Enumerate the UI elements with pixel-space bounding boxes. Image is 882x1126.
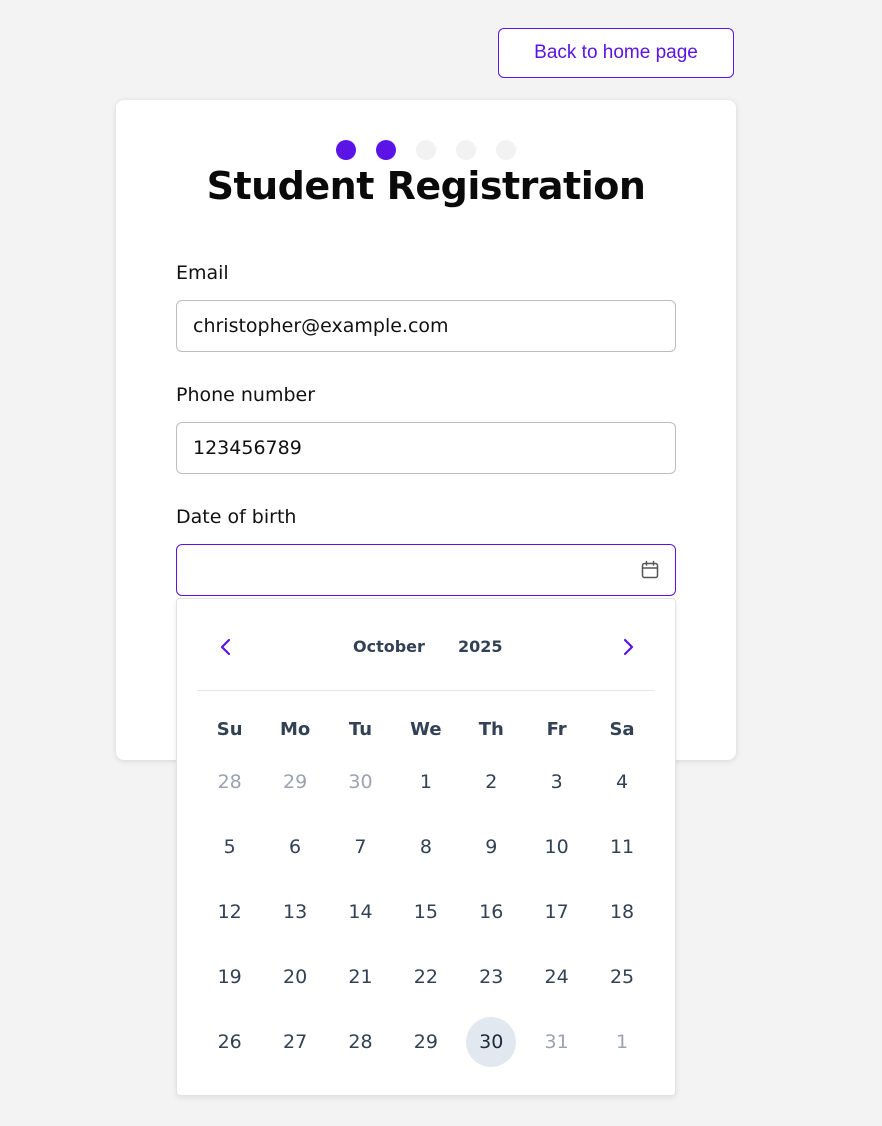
date-picker-popup: October 2025 Su Mo Tu We Th Fr Sa 28 29 30… bbox=[176, 598, 676, 1096]
calendar-day[interactable]: 23 bbox=[466, 952, 516, 1002]
calendar-day[interactable]: 26 bbox=[205, 1017, 255, 1067]
chevron-left-icon[interactable] bbox=[214, 635, 238, 659]
calendar-day[interactable]: 28 bbox=[205, 757, 255, 807]
weekday-header-row: Su Mo Tu We Th Fr Sa bbox=[197, 709, 655, 749]
calendar-day[interactable]: 6 bbox=[270, 822, 320, 872]
step-indicator bbox=[116, 140, 736, 160]
email-field[interactable] bbox=[176, 300, 676, 352]
calendar-week-row: 26 27 28 29 30 31 1 bbox=[197, 1009, 655, 1074]
weekday-label: Su bbox=[216, 718, 243, 740]
calendar-day[interactable]: 21 bbox=[335, 952, 385, 1002]
registration-page: Back to home page Student Registration E… bbox=[0, 0, 882, 1126]
calendar-week-row: 12 13 14 15 16 17 18 bbox=[197, 879, 655, 944]
calendar-day[interactable]: 7 bbox=[335, 822, 385, 872]
calendar-day[interactable]: 1 bbox=[597, 1017, 647, 1067]
calendar-day[interactable]: 28 bbox=[335, 1017, 385, 1067]
step-dot bbox=[416, 140, 436, 160]
calendar-day[interactable]: 16 bbox=[466, 887, 516, 937]
calendar-day[interactable]: 17 bbox=[532, 887, 582, 937]
weekday-label: Th bbox=[478, 718, 504, 740]
calendar-day[interactable]: 15 bbox=[401, 887, 451, 937]
calendar-day[interactable]: 5 bbox=[205, 822, 255, 872]
calendar-day[interactable]: 20 bbox=[270, 952, 320, 1002]
weekday-label: We bbox=[410, 718, 442, 740]
step-dot bbox=[336, 140, 356, 160]
calendar-day[interactable]: 14 bbox=[335, 887, 385, 937]
step-dot bbox=[456, 140, 476, 160]
calendar-day[interactable]: 13 bbox=[270, 887, 320, 937]
weekday-label: Mo bbox=[279, 718, 311, 740]
calendar-day[interactable]: 29 bbox=[270, 757, 320, 807]
calendar-day[interactable]: 19 bbox=[205, 952, 255, 1002]
weekday-label: Fr bbox=[546, 718, 567, 740]
chevron-right-icon[interactable] bbox=[616, 635, 640, 659]
phone-field[interactable] bbox=[176, 422, 676, 474]
calendar-day[interactable]: 27 bbox=[270, 1017, 320, 1067]
calendar-day[interactable]: 10 bbox=[532, 822, 582, 872]
calendar-day[interactable]: 11 bbox=[597, 822, 647, 872]
step-dot bbox=[376, 140, 396, 160]
calendar-week-row: 19 20 21 22 23 24 25 bbox=[197, 944, 655, 1009]
calendar-day[interactable]: 9 bbox=[466, 822, 516, 872]
calendar-day[interactable]: 4 bbox=[597, 757, 647, 807]
calendar-day[interactable]: 30 bbox=[335, 757, 385, 807]
calendar-week-row: 5 6 7 8 9 10 11 bbox=[197, 814, 655, 879]
calendar-day[interactable]: 12 bbox=[205, 887, 255, 937]
calendar-grid: Su Mo Tu We Th Fr Sa 28 29 30 1 2 3 4 5 6 7 8 9 10 11… bbox=[197, 709, 655, 1074]
calendar-day[interactable]: 8 bbox=[401, 822, 451, 872]
phone-label: Phone number bbox=[176, 384, 316, 406]
page-title: Student Registration bbox=[206, 164, 646, 208]
year-selector[interactable]: 2025 bbox=[458, 637, 503, 656]
calendar-day[interactable]: 1 bbox=[401, 757, 451, 807]
calendar-day[interactable]: 31 bbox=[532, 1017, 582, 1067]
calendar-day[interactable]: 25 bbox=[597, 952, 647, 1002]
calendar-day[interactable]: 24 bbox=[532, 952, 582, 1002]
calendar-day-today[interactable]: 30 bbox=[466, 1016, 517, 1067]
dob-label: Date of birth bbox=[176, 506, 297, 528]
calendar-day[interactable]: 18 bbox=[597, 887, 647, 937]
month-selector[interactable]: October bbox=[353, 637, 425, 656]
email-label: Email bbox=[176, 262, 229, 284]
calendar-day[interactable]: 29 bbox=[401, 1017, 451, 1067]
weekday-label: Sa bbox=[609, 718, 635, 740]
step-dot bbox=[496, 140, 516, 160]
divider bbox=[197, 690, 655, 691]
back-to-home-button[interactable]: Back to home page bbox=[498, 28, 734, 78]
calendar-day[interactable]: 3 bbox=[532, 757, 582, 807]
calendar-day[interactable]: 2 bbox=[466, 757, 516, 807]
calendar-week-row: 28 29 30 1 2 3 4 bbox=[197, 749, 655, 814]
weekday-label: Tu bbox=[348, 718, 373, 740]
calendar-icon[interactable] bbox=[640, 560, 660, 580]
date-of-birth-field[interactable] bbox=[176, 544, 676, 596]
calendar-day[interactable]: 22 bbox=[401, 952, 451, 1002]
